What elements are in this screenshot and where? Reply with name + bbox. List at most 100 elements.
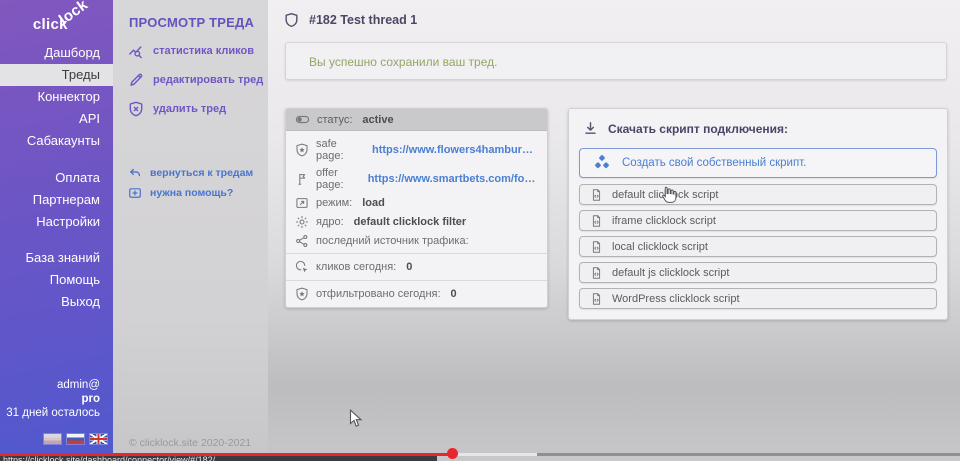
local-script-label: local clicklock script xyxy=(612,241,708,253)
clicks-today-row: кликов сегодня: 0 xyxy=(286,254,547,280)
code-file-icon xyxy=(590,214,603,228)
core-value: default clicklock filter xyxy=(354,216,466,228)
account-plan: pro xyxy=(6,392,100,406)
edit-thread-label: редактировать тред xyxy=(153,74,263,86)
pencil-icon xyxy=(128,72,144,88)
flag-uk-icon[interactable] xyxy=(90,434,107,444)
main-content: #182 Test thread 1 Вы успешно сохранили … xyxy=(268,0,960,454)
last-traffic-source-row: последний источник трафика: xyxy=(286,231,547,250)
filtered-today-label: отфильтровано сегодня: xyxy=(316,288,441,300)
code-file-icon xyxy=(590,292,603,306)
thread-menu-panel: ПРОСМОТР ТРЕДА статистика кликов редакти… xyxy=(113,0,268,454)
thread-title-row: #182 Test thread 1 xyxy=(284,12,417,28)
account-info: admin@ pro 31 дней осталось xyxy=(6,378,100,420)
share-icon xyxy=(295,234,309,248)
clicks-today-value: 0 xyxy=(406,261,412,273)
thread-menu-title: ПРОСМОТР ТРЕДА xyxy=(129,15,268,30)
filtered-today-row: отфильтровано сегодня: 0 xyxy=(286,281,547,307)
offer-page-row: offer page: https://www.smartbets.com/fo… xyxy=(286,164,547,193)
sidebar: clicklock Дашборд Треды Коннектор API Са… xyxy=(0,0,113,454)
clicklock-logo[interactable]: clicklock xyxy=(0,0,113,42)
success-message: Вы успешно сохранили ваш тред. xyxy=(309,55,497,69)
shield-icon xyxy=(284,12,299,28)
thread-title: #182 Test thread 1 xyxy=(309,13,417,27)
video-progress-played xyxy=(0,453,452,456)
status-header: статус: active xyxy=(286,109,547,131)
help-plus-icon xyxy=(128,186,142,200)
download-scripts-card: Скачать скрипт подключения: Создать свой… xyxy=(568,108,948,320)
create-custom-script-button[interactable]: Создать свой собственный скрипт. xyxy=(579,148,937,178)
click-stats-label: статистика кликов xyxy=(153,45,254,57)
default-script-label: default clicklock script xyxy=(612,189,718,201)
download-scripts-title: Скачать скрипт подключения: xyxy=(608,122,788,136)
edit-thread-link[interactable]: редактировать тред xyxy=(128,72,268,88)
mode-value: load xyxy=(362,197,385,209)
safe-page-row: safe page: https://www.flowers4hamburg.c… xyxy=(286,135,547,164)
safe-page-link[interactable]: https://www.flowers4hamburg.com/ xyxy=(372,144,538,156)
account-days-left: 31 дней осталось xyxy=(6,406,100,420)
mode-export-icon xyxy=(295,196,309,210)
shield-star-icon xyxy=(295,287,309,301)
wordpress-script-label: WordPress clicklock script xyxy=(612,293,740,305)
back-to-threads-link[interactable]: вернуться к тредам xyxy=(128,166,268,180)
create-custom-script-label: Создать свой собственный скрипт. xyxy=(622,157,806,169)
need-help-label: нужна помощь? xyxy=(150,187,233,199)
chart-search-icon xyxy=(128,43,144,59)
gear-icon xyxy=(295,215,309,229)
clicks-today-label: кликов сегодня: xyxy=(316,261,396,273)
click-stats-link[interactable]: статистика кликов xyxy=(128,43,268,59)
wordpress-script-button[interactable]: WordPress clicklock script xyxy=(579,288,937,309)
shield-x-icon xyxy=(128,101,144,117)
iframe-script-label: iframe clicklock script xyxy=(612,215,716,227)
local-script-button[interactable]: local clicklock script xyxy=(579,236,937,257)
sidebar-item-subaccounts[interactable]: Сабакаунты xyxy=(0,130,113,152)
last-traffic-source-label: последний источник трафика: xyxy=(316,235,469,247)
code-file-icon xyxy=(590,188,603,202)
sidebar-item-help[interactable]: Помощь xyxy=(0,269,113,291)
account-email: admin@ xyxy=(6,378,100,392)
delete-thread-label: удалить тред xyxy=(153,103,226,115)
video-progress-track[interactable] xyxy=(0,453,960,456)
sidebar-item-knowledge-base[interactable]: База знаний xyxy=(0,247,113,269)
mode-row: режим: load xyxy=(286,193,547,212)
default-js-script-button[interactable]: default js clicklock script xyxy=(579,262,937,283)
shield-star-icon xyxy=(295,143,309,157)
sidebar-item-logout[interactable]: Выход xyxy=(0,291,113,313)
mode-label: режим: xyxy=(316,197,352,209)
download-icon xyxy=(583,121,598,136)
sidebar-item-partners[interactable]: Партнерам xyxy=(0,189,113,211)
flag-pole-icon xyxy=(295,172,309,186)
status-value: active xyxy=(362,114,393,126)
code-file-icon xyxy=(590,240,603,254)
sidebar-item-dashboard[interactable]: Дашборд xyxy=(0,42,113,64)
language-flags xyxy=(44,434,107,444)
delete-thread-link[interactable]: удалить тред xyxy=(128,101,268,117)
status-label: статус: xyxy=(317,114,352,126)
toggle-icon xyxy=(295,112,310,127)
back-to-threads-label: вернуться к тредам xyxy=(150,167,253,179)
sidebar-item-api[interactable]: API xyxy=(0,108,113,130)
sidebar-item-connector[interactable]: Коннектор xyxy=(0,86,113,108)
safe-page-label: safe page: xyxy=(316,138,362,162)
sidebar-item-threads[interactable]: Треды xyxy=(0,64,113,86)
core-label: ядро: xyxy=(316,216,344,228)
iframe-script-button[interactable]: iframe clicklock script xyxy=(579,210,937,231)
default-js-script-label: default js clicklock script xyxy=(612,267,729,279)
video-progress-handle[interactable] xyxy=(447,448,458,459)
need-help-link[interactable]: нужна помощь? xyxy=(128,186,268,200)
core-row: ядро: default clicklock filter xyxy=(286,212,547,231)
copyright-footer: © clicklock.site 2020-2021 xyxy=(129,437,251,449)
offer-page-link[interactable]: https://www.smartbets.com/football/tea..… xyxy=(368,173,538,185)
thread-status-card: статус: active safe page: https://www.fl… xyxy=(285,108,548,308)
offer-page-label: offer page: xyxy=(316,167,358,191)
flag-russia-icon[interactable] xyxy=(67,434,84,444)
click-cursor-icon xyxy=(295,260,309,274)
undo-arrow-icon xyxy=(128,166,142,180)
filtered-today-value: 0 xyxy=(451,288,457,300)
default-script-button[interactable]: default clicklock script xyxy=(579,184,937,205)
flag-muted-icon[interactable] xyxy=(44,434,61,444)
sidebar-item-payment[interactable]: Оплата xyxy=(0,167,113,189)
code-file-icon xyxy=(590,266,603,280)
download-scripts-header: Скачать скрипт подключения: xyxy=(583,121,937,136)
sidebar-item-settings[interactable]: Настройки xyxy=(0,211,113,233)
